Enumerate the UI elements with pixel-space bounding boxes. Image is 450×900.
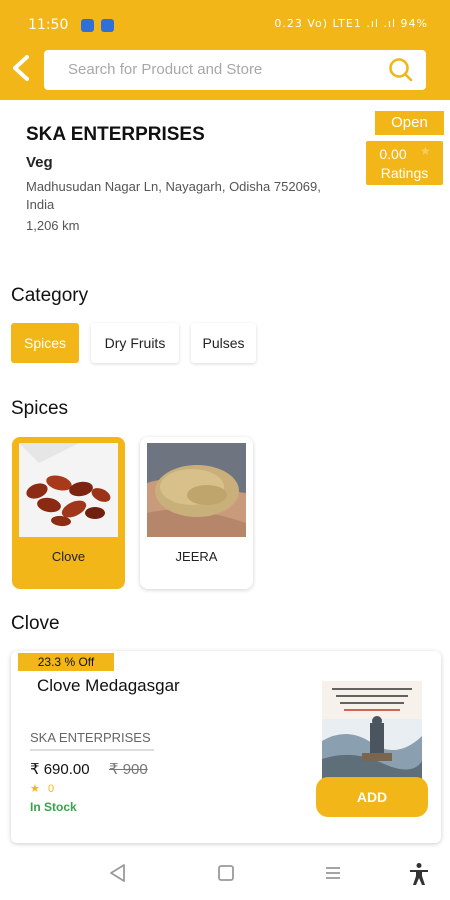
jeera-image: [147, 443, 246, 537]
seller-name: SKA ENTERPRISES: [30, 730, 154, 751]
product-section-title: Clove: [11, 613, 60, 634]
status-time: 11:50: [28, 17, 69, 33]
notification-icon: [81, 19, 94, 32]
product-mrp: ₹ 900: [109, 761, 148, 778]
store-name: SKA ENTERPRISES: [26, 124, 205, 145]
store-address: Madhusudan Nagar Ln, Nayagarh, Odisha 75…: [26, 179, 321, 212]
ratings-badge[interactable]: 0.00 ★ Ratings: [366, 141, 443, 185]
back-nav-icon[interactable]: [108, 862, 126, 884]
app-header: Search for Product and Store: [0, 38, 450, 100]
product-image: [322, 681, 422, 781]
rating-value: 0.00: [379, 146, 407, 162]
product-rating-value: 0: [47, 783, 55, 795]
system-nav-bar: [0, 850, 450, 900]
status-bar: 11:50 0.23 Vo) LTE1 .ıl .ıl 94%: [0, 0, 450, 38]
star-icon: ★: [30, 783, 40, 795]
chip-dry-fruits[interactable]: Dry Fruits: [91, 323, 179, 363]
subcategory-title: Spices: [11, 398, 69, 419]
back-arrow-icon: [13, 55, 29, 81]
home-nav-icon[interactable]: [217, 862, 235, 884]
product-price: ₹ 690.00: [30, 761, 90, 778]
subcategory-item-clove[interactable]: Clove: [12, 437, 125, 589]
search-input[interactable]: Search for Product and Store: [44, 50, 426, 90]
menu-nav-icon[interactable]: [324, 862, 342, 884]
product-rating: ★ 0: [30, 782, 54, 795]
store-distance: 1,206 km: [26, 218, 80, 233]
discount-badge: 23.3 % Off: [18, 653, 114, 671]
product-card[interactable]: 23.3 % Off Clove Medagasgar SKA ENTERPRI…: [11, 651, 441, 843]
search-icon: [389, 58, 413, 82]
subcategory-item-label: JEERA: [175, 549, 218, 564]
store-type: Veg: [26, 154, 53, 171]
status-indicators: 0.23 Vo) LTE1 .ıl .ıl 94%: [274, 17, 428, 30]
category-title: Category: [11, 285, 89, 306]
product-name: Clove Medagasgar: [37, 676, 180, 695]
subcategory-item-label: Clove: [51, 549, 86, 564]
clove-image: [19, 443, 118, 537]
back-button[interactable]: [8, 52, 34, 84]
add-button[interactable]: ADD: [316, 777, 428, 817]
star-icon: ★: [420, 144, 431, 158]
accessibility-icon[interactable]: [408, 862, 430, 886]
cloud-icon: [101, 19, 114, 32]
rating-label: Ratings: [380, 165, 429, 181]
chip-pulses[interactable]: Pulses: [191, 323, 256, 363]
chip-spices[interactable]: Spices: [11, 323, 79, 363]
subcategory-item-jeera[interactable]: JEERA: [140, 437, 253, 589]
stock-status: In Stock: [30, 800, 77, 814]
search-placeholder: Search for Product and Store: [68, 61, 263, 78]
open-status-badge: Open: [375, 111, 444, 135]
